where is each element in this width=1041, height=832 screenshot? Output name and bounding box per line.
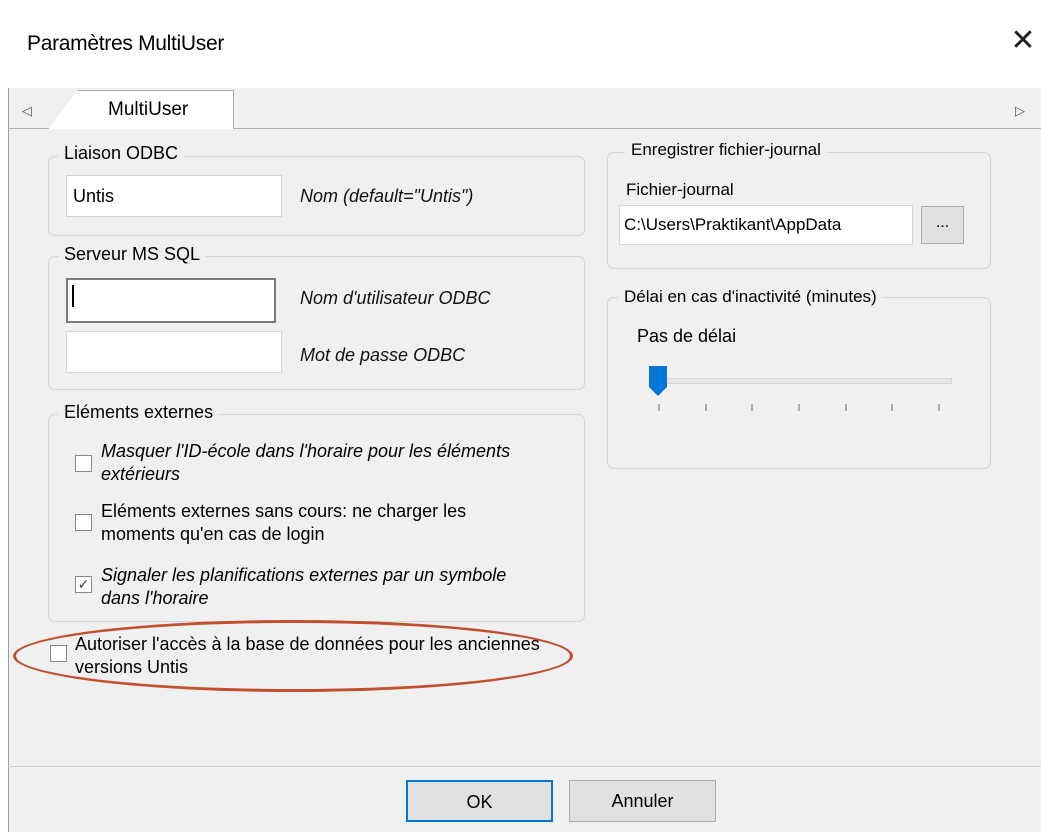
mssql-group-label: Serveur MS SQL — [58, 244, 207, 265]
tab-scroll-right-icon[interactable]: ▷ — [1015, 103, 1025, 119]
window-title: Paramètres MultiUser — [27, 32, 225, 55]
highlight-oval — [13, 620, 573, 692]
tab-multiuser-label: MultiUser — [108, 99, 189, 120]
mssql-password-input[interactable] — [66, 331, 282, 373]
option-signal-external-label: Signaler les planifications externes par… — [101, 565, 507, 608]
slider-tick — [891, 404, 893, 411]
slider-tick — [938, 404, 940, 411]
tab-scroll-left-icon[interactable]: ◁ — [22, 103, 32, 119]
slider-tick — [705, 404, 707, 411]
odbc-name-hint: Nom (default="Untis") — [300, 186, 474, 206]
odbc-group-label: Liaison ODBC — [58, 143, 185, 164]
mssql-user-input[interactable] — [66, 278, 276, 323]
slider-tick — [798, 404, 800, 411]
text-cursor — [72, 285, 74, 307]
mssql-password-hint: Mot de passe ODBC — [300, 345, 466, 365]
mssql-user-hint: Nom d'utilisateur ODBC — [300, 288, 491, 308]
slider-tick — [751, 404, 753, 411]
odbc-name-input[interactable]: Untis — [66, 175, 282, 217]
option-hide-school-id-label: Masquer l'ID-école dans l'horaire pour l… — [101, 441, 511, 484]
close-icon[interactable]: ✕ — [1006, 24, 1040, 58]
browse-button[interactable]: ... — [921, 206, 964, 244]
option-load-on-login-checkbox[interactable] — [75, 514, 92, 531]
ok-button[interactable]: OK — [406, 780, 553, 822]
log-group-label: Enregistrer fichier-journal — [625, 140, 827, 160]
option-hide-school-id-checkbox[interactable] — [75, 455, 92, 472]
inactivity-group-label: Délai en cas d'inactivité (minutes) — [618, 287, 883, 307]
cancel-button[interactable]: Annuler — [569, 780, 716, 822]
option-signal-external-checkbox[interactable]: ✓ — [75, 576, 92, 593]
slider-track — [655, 378, 952, 384]
log-path-input[interactable]: C:\Users\Praktikant\AppData — [619, 205, 913, 245]
external-group-label: Eléments externes — [58, 402, 220, 423]
slider-tick — [658, 404, 660, 411]
option-load-on-login-label: Eléments externes sans cours: ne charger… — [101, 501, 467, 544]
inactivity-value-label: Pas de délai — [637, 326, 737, 346]
slider-tick — [845, 404, 847, 411]
footer-separator — [8, 766, 1041, 767]
log-field-label: Fichier-journal — [626, 180, 734, 199]
